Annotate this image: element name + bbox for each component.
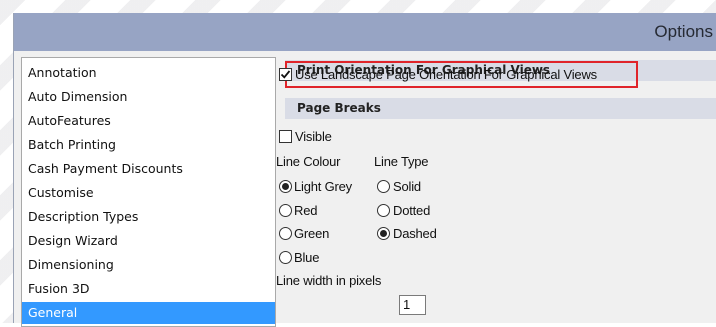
list-item-customise[interactable]: Customise (22, 182, 275, 204)
radio-green-label[interactable]: Green (294, 226, 329, 241)
radio-dashed[interactable] (377, 227, 390, 240)
radio-red[interactable] (279, 204, 292, 217)
list-item-description-types[interactable]: Description Types (22, 206, 275, 228)
list-item-general[interactable]: General (22, 302, 275, 324)
radio-selected-dot (282, 183, 289, 190)
radio-selected-dot (380, 230, 387, 237)
window-title: Options (654, 22, 713, 41)
radio-light-grey[interactable] (279, 180, 292, 193)
visible-checkbox[interactable] (279, 130, 292, 143)
list-item-batch-printing[interactable]: Batch Printing (22, 134, 275, 156)
radio-light-grey-label[interactable]: Light Grey (294, 179, 352, 194)
title-bar[interactable]: Options (14, 13, 716, 51)
radio-solid[interactable] (377, 180, 390, 193)
category-list[interactable]: Annotation Auto Dimension AutoFeatures B… (21, 57, 276, 327)
radio-blue[interactable] (279, 251, 292, 264)
line-width-label: Line width in pixels (276, 273, 382, 288)
list-item-annotation[interactable]: Annotation (22, 62, 275, 84)
radio-dashed-label[interactable]: Dashed (393, 226, 437, 241)
list-item-dimensioning[interactable]: Dimensioning (22, 254, 275, 276)
checkmark-icon (280, 70, 291, 79)
list-item-design-wizard[interactable]: Design Wizard (22, 230, 275, 252)
radio-blue-label[interactable]: Blue (294, 250, 319, 265)
list-item-autofeatures[interactable]: AutoFeatures (22, 110, 275, 132)
landscape-orientation-label[interactable]: Use Landscape Page Orientation For Graph… (295, 67, 597, 82)
list-item-fusion-3d[interactable]: Fusion 3D (22, 278, 275, 300)
line-colour-label: Line Colour (276, 154, 341, 169)
list-item-cash-payment-discounts[interactable]: Cash Payment Discounts (22, 158, 275, 180)
landscape-orientation-checkbox[interactable] (279, 68, 292, 81)
radio-red-label[interactable]: Red (294, 203, 317, 218)
radio-dotted[interactable] (377, 204, 390, 217)
line-width-input[interactable]: 1 (399, 295, 426, 315)
list-item-auto-dimension[interactable]: Auto Dimension (22, 86, 275, 108)
radio-dotted-label[interactable]: Dotted (393, 203, 430, 218)
radio-green[interactable] (279, 227, 292, 240)
page-breaks-header: Page Breaks (285, 98, 716, 119)
radio-solid-label[interactable]: Solid (393, 179, 421, 194)
line-type-label: Line Type (374, 154, 429, 169)
visible-label[interactable]: Visible (295, 129, 332, 144)
options-dialog: Options Annotation Auto Dimension AutoFe… (13, 13, 716, 327)
